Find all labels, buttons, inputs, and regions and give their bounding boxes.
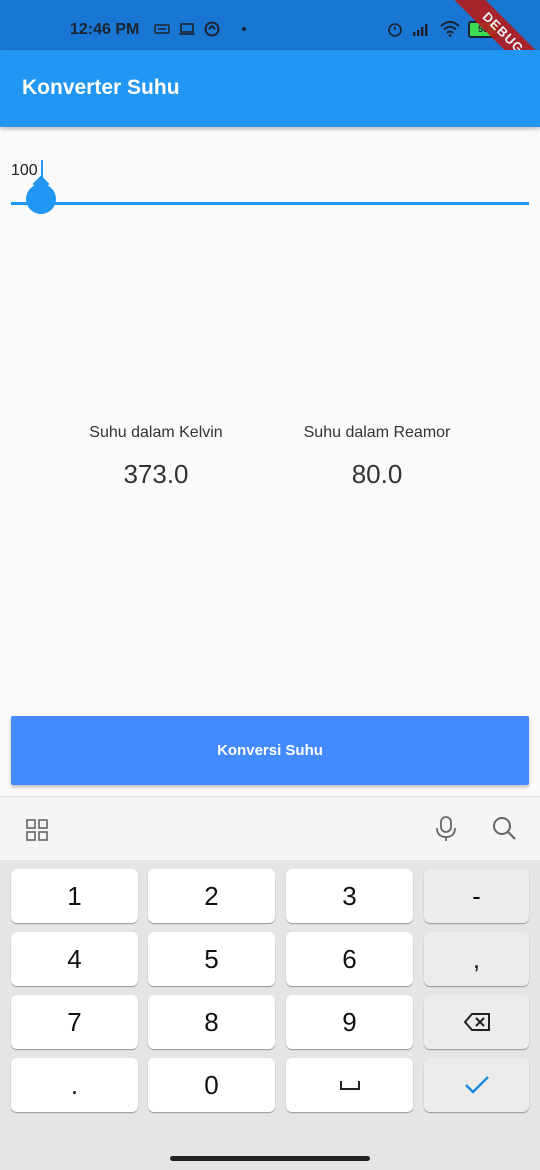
status-left-icons [154, 21, 246, 37]
backspace-key[interactable] [424, 995, 529, 1049]
status-time: 12:46 PM [70, 21, 140, 38]
key-5[interactable]: 5 [148, 932, 275, 986]
keyboard-icon [154, 24, 170, 34]
period-key[interactable]: . [11, 1058, 138, 1112]
done-key[interactable] [424, 1058, 529, 1112]
laptop-icon [179, 23, 195, 35]
app-bar: Konverter Suhu [0, 50, 540, 127]
key-6[interactable]: 6 [286, 932, 413, 986]
alarm-icon [388, 23, 402, 37]
numeric-keyboard: 123- 456, 789.0 [0, 860, 540, 1170]
kelvin-value: 373.0 [123, 459, 189, 489]
reamor-value: 80.0 [351, 459, 403, 489]
kelvin-label: Suhu dalam Kelvin [89, 424, 223, 441]
key-3[interactable]: 3 [286, 869, 413, 923]
space-icon [339, 1081, 360, 1090]
key-2[interactable]: 2 [148, 869, 275, 923]
dot-icon [242, 27, 246, 31]
key-8[interactable]: 8 [148, 995, 275, 1049]
input-underline [11, 202, 529, 205]
sync-icon [204, 21, 220, 37]
temperature-input[interactable]: 100 [11, 162, 38, 180]
key-0[interactable]: 0 [148, 1058, 275, 1112]
dash-key[interactable]: - [424, 869, 529, 923]
check-icon [464, 1076, 489, 1094]
reamor-label: Suhu dalam Reamor [303, 424, 451, 441]
wifi-icon [440, 21, 460, 37]
key-7[interactable]: 7 [11, 995, 138, 1049]
convert-button[interactable]: Konversi Suhu [11, 716, 529, 785]
comma-key[interactable]: , [424, 932, 529, 986]
backspace-icon [463, 1013, 490, 1031]
text-selection-handle[interactable] [26, 184, 56, 214]
page-title: Konverter Suhu [22, 76, 180, 99]
search-icon[interactable] [491, 815, 517, 841]
reamor-result: Suhu dalam Reamor 80.0 [267, 424, 487, 490]
key-4[interactable]: 4 [11, 932, 138, 986]
status-bar: 12:46 PM 56 DEBUG [0, 0, 540, 94]
space-key[interactable] [286, 1058, 413, 1112]
grid-icon[interactable] [26, 819, 48, 841]
key-9[interactable]: 9 [286, 995, 413, 1049]
signal-icon [413, 24, 428, 36]
home-indicator[interactable] [170, 1156, 370, 1161]
keyboard-toolbar [0, 796, 540, 861]
key-1[interactable]: 1 [11, 869, 138, 923]
kelvin-result: Suhu dalam Kelvin 373.0 [46, 424, 266, 490]
microphone-icon[interactable] [434, 816, 458, 842]
